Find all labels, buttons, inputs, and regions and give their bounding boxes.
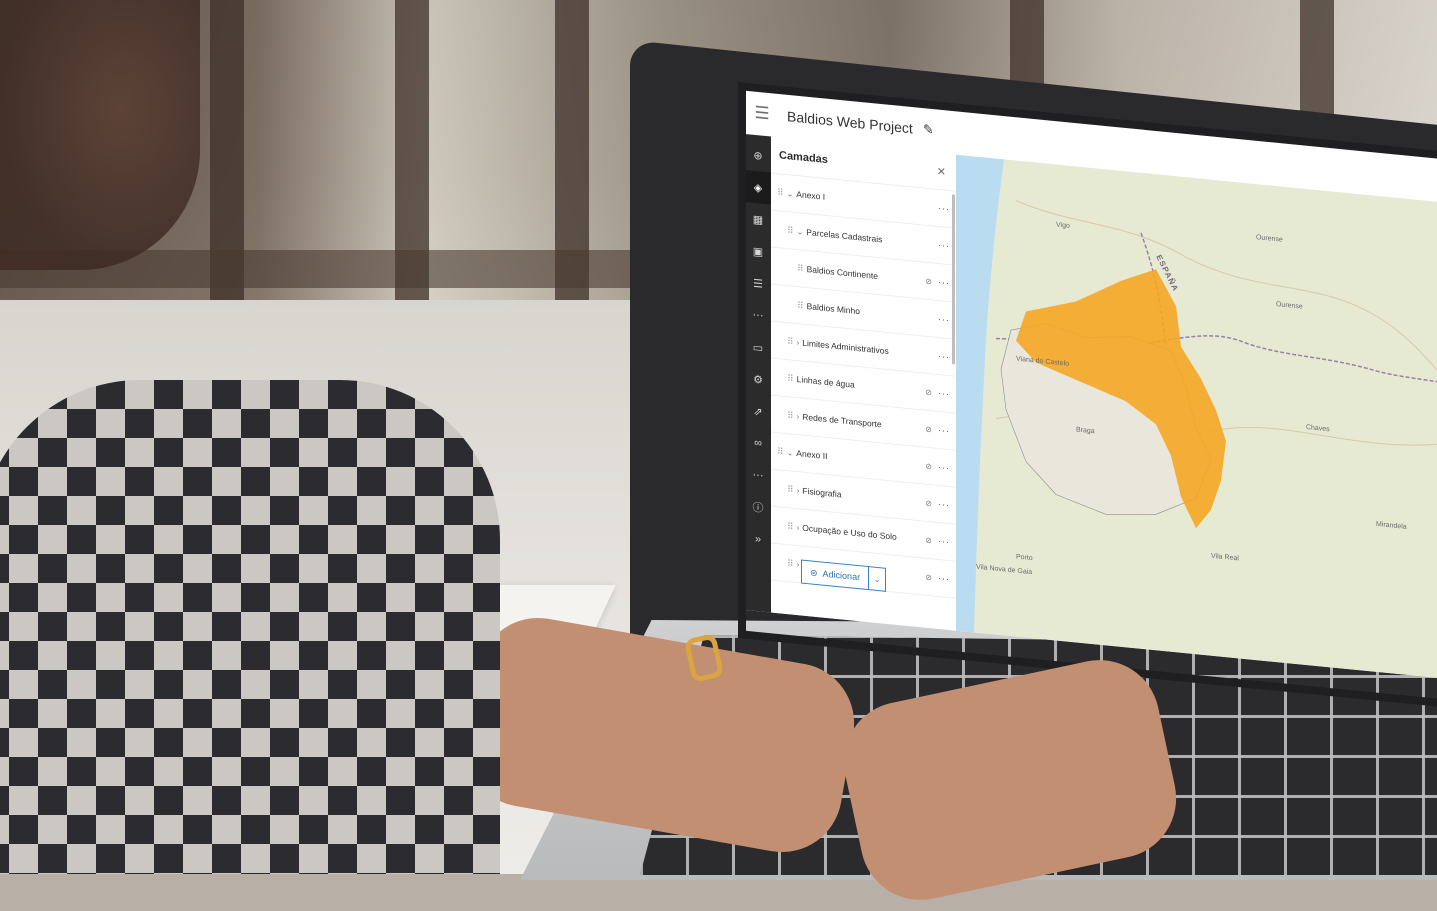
settings-icon[interactable]: ⚙ [745,362,771,397]
more-options-icon[interactable]: ··· [938,203,950,214]
plus-icon[interactable]: ⊕ [745,138,771,173]
visibility-off-icon[interactable]: ⊘ [925,572,932,582]
more-options-icon[interactable]: ··· [938,388,950,399]
layers-icon[interactable]: ◈ [745,170,771,205]
layer-add-icon: ⊜ [810,566,818,578]
layer-list: ⠿ ⌄ Anexo I ··· ⠿ ⌄ Parcelas Cadastrais ··· ⠿ Bal… [771,173,956,599]
more-options-icon[interactable]: ··· [938,240,950,251]
more-options-icon[interactable]: ··· [938,573,950,584]
layer-label: Ocupação e Uso do Solo [802,522,897,542]
more-options-icon[interactable]: ··· [938,462,950,473]
drag-handle-icon[interactable]: ⠿ [787,336,794,348]
layer-label: Fisiografia [802,485,842,500]
more-options-icon[interactable]: ··· [938,351,950,362]
more-options-icon[interactable]: ··· [938,425,950,436]
layers-panel-title: Camadas [779,149,828,167]
drag-handle-icon[interactable]: ⠿ [787,558,794,570]
grid-icon[interactable]: ▣ [745,234,771,269]
layer-label: Baldios Minho [806,301,860,317]
more-icon[interactable]: ··· [745,298,771,333]
drag-handle-icon[interactable]: ⠿ [787,410,794,422]
layers-panel: Camadas ✕ ⠿ ⌄ Anexo I ··· ⠿ ⌄ Parcelas Cadastr… [771,136,957,631]
visibility-off-icon[interactable]: ⊘ [925,498,932,508]
info-icon[interactable]: ⓘ [745,490,771,525]
close-icon[interactable]: ✕ [937,164,946,178]
panel-scrollbar[interactable] [952,194,955,365]
chevron-down-icon[interactable]: ⌄ [869,566,887,592]
drag-handle-icon[interactable]: ⠿ [797,300,804,312]
more-icon[interactable]: ··· [745,458,771,493]
more-options-icon[interactable]: ··· [938,314,950,325]
app-title: Baldios Web Project [787,108,913,137]
drag-handle-icon[interactable]: ⠿ [787,373,794,385]
visibility-off-icon[interactable]: ⊘ [925,535,932,545]
share-icon[interactable]: ⇗ [745,394,771,429]
add-layer-label: Adicionar [822,568,861,583]
person-foreground [0,0,520,874]
more-options-icon[interactable]: ··· [938,277,950,288]
visibility-off-icon[interactable]: ⊘ [925,387,932,397]
layer-label: Limites Administrativos [802,337,889,357]
visibility-off-icon[interactable]: ⊘ [925,461,932,471]
map-label: Vigo [1056,222,1070,230]
chevron-icon[interactable]: › [797,523,800,532]
chevron-icon[interactable]: › [797,338,800,347]
chevron-icon[interactable]: › [797,560,800,569]
legend-list-icon[interactable]: ☰ [745,266,771,301]
table-icon[interactable]: ▦ [745,202,771,237]
drag-handle-icon[interactable]: ⠿ [797,263,804,275]
chevron-icon[interactable]: ⌄ [797,227,804,237]
drag-handle-icon[interactable]: ⠿ [777,446,784,458]
layer-label: Linhas de água [796,374,855,390]
drag-handle-icon[interactable]: ⠿ [787,484,794,496]
map-view[interactable]: Vigo ESPAÑA Ourense Ourense Braga Porto … [956,154,1437,680]
more-options-icon[interactable]: ··· [938,499,950,510]
pencil-icon[interactable]: ✎ [923,121,934,138]
chevron-icon[interactable]: ⌄ [787,448,794,458]
more-options-icon[interactable]: ··· [938,536,950,547]
drag-handle-icon[interactable]: ⠿ [777,187,784,199]
link-icon[interactable]: ∞ [745,426,771,461]
chevron-icon[interactable]: › [797,486,800,495]
drag-handle-icon[interactable]: ⠿ [787,225,794,237]
chevron-icon[interactable]: › [797,412,800,421]
person-shirt [0,380,500,874]
layer-label: Parcelas Cadastrais [806,227,883,245]
expand-icon[interactable]: » [745,522,771,557]
visibility-off-icon[interactable]: ⊘ [925,424,932,434]
layer-label: Anexo II [796,448,828,462]
layer-label: Anexo I [796,189,826,202]
map-label: Porto [1016,554,1033,563]
hamburger-icon[interactable]: ☰ [745,90,779,137]
bookmark-icon[interactable]: ▭ [745,330,771,365]
person-head [0,0,200,270]
map-canvas[interactable]: Vigo ESPAÑA Ourense Ourense Braga Porto … [956,154,1437,680]
tool-rail: ⊕ ◈ ▦ ▣ ☰ ··· ▭ ⚙ ⇗ ∞ ··· ⓘ» [745,134,771,617]
layer-label: Redes de Transporte [802,411,882,430]
chevron-icon[interactable]: ⌄ [787,189,794,199]
layer-label: Baldios Continente [806,264,878,282]
app-screen: ☰ Baldios Web Project ✎ ⊕ ◈ ▦ ▣ ☰ ··· ▭ ⚙ ⇗ ∞ ··· ⓘ… [745,90,1437,680]
drag-handle-icon[interactable]: ⠿ [787,521,794,533]
visibility-off-icon[interactable]: ⊘ [925,276,932,286]
